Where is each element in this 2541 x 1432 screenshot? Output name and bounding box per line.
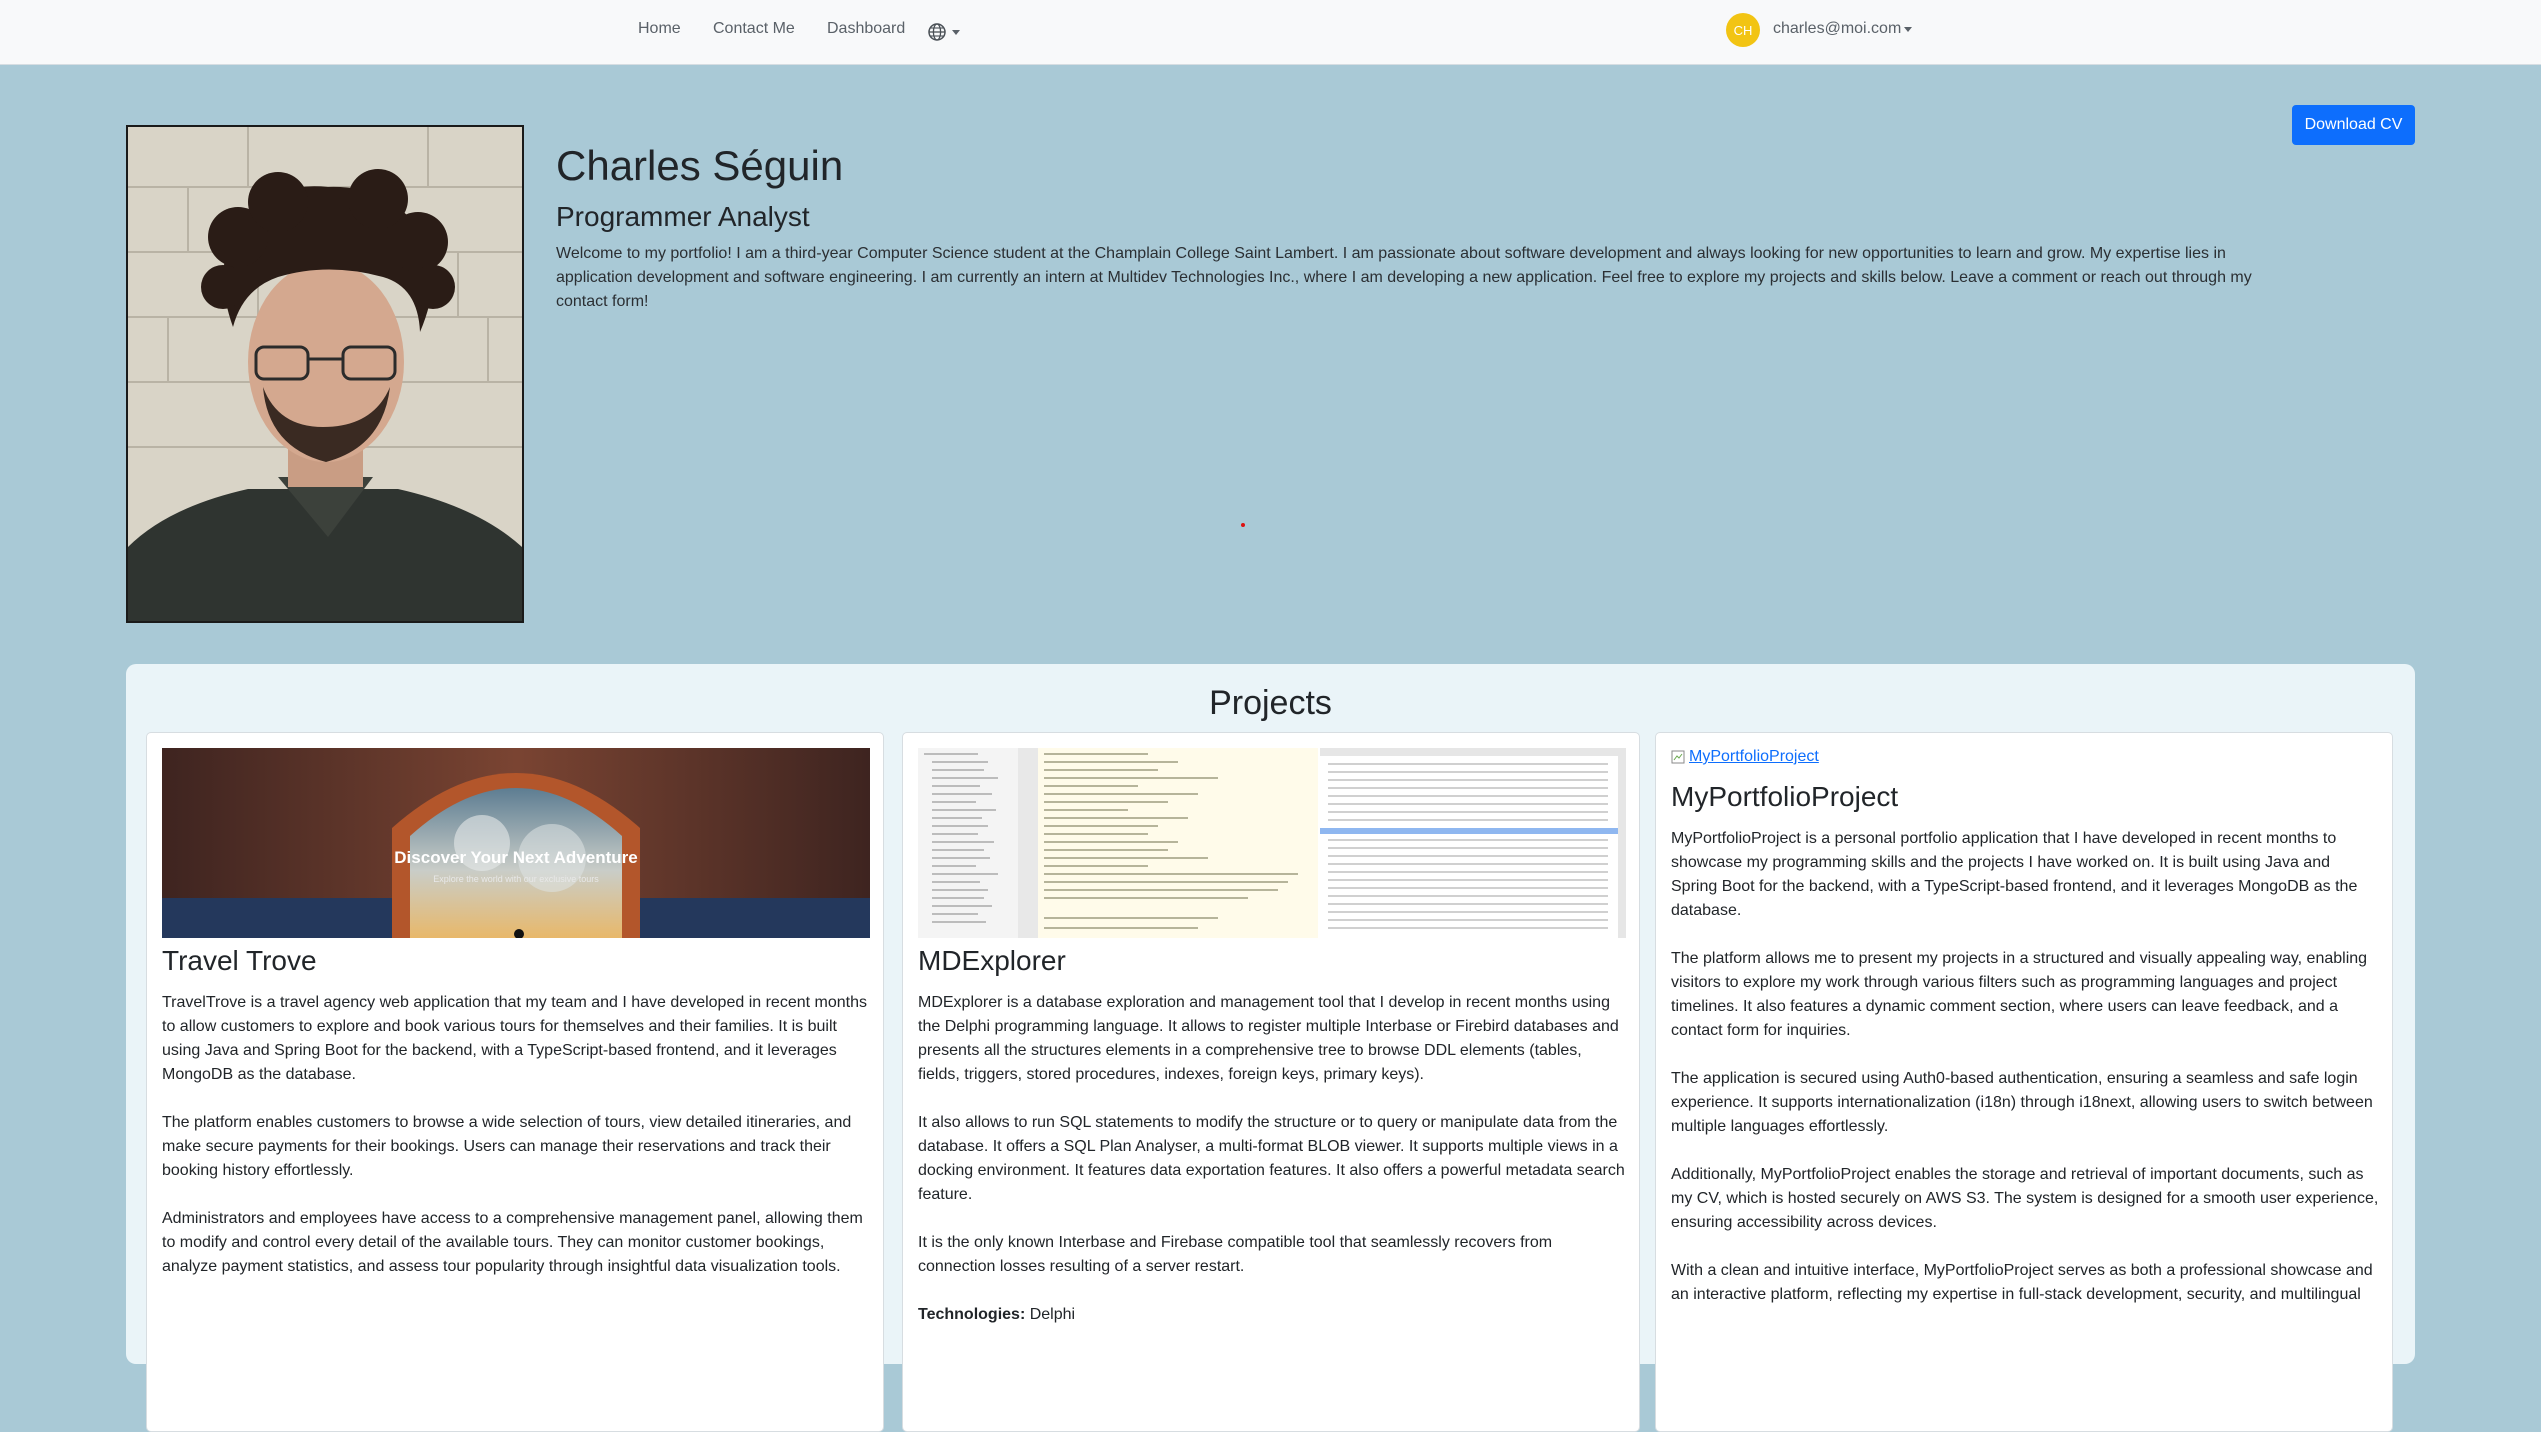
language-dropdown[interactable] (927, 20, 960, 44)
description-paragraph: It is the only known Interbase and Fireb… (918, 1234, 1553, 1275)
description-paragraph: Administrators and employees have access… (162, 1210, 863, 1275)
project-title: MDExplorer (918, 945, 1066, 976)
description-paragraph: TravelTrove is a travel agency web appli… (162, 994, 867, 1083)
nav-home-link[interactable]: Home (638, 20, 681, 38)
avatar[interactable]: CH (1726, 13, 1760, 47)
profile-name: Charles Séguin (556, 142, 844, 189)
project-card-travel-trove[interactable]: Discover Your Next Adventure Explore the… (146, 732, 884, 1432)
image-alt-text: MyPortfolioProject (1689, 748, 1819, 765)
project-image-mdexplorer (918, 748, 1626, 938)
project-image-travel-trove: Discover Your Next Adventure Explore the… (162, 748, 870, 938)
user-email: charles@moi.com (1773, 20, 1902, 37)
description-paragraph: MyPortfolioProject is a personal portfol… (1671, 830, 2358, 919)
user-menu-dropdown[interactable]: charles@moi.com (1773, 20, 1913, 38)
hero-title: Discover Your Next Adventure (394, 848, 638, 867)
download-cv-button[interactable]: Download CV (2292, 105, 2415, 145)
technologies-label: Technologies: (918, 1306, 1026, 1323)
projects-section: Projects Discover Your Next Adventure Ex… (126, 664, 2415, 1432)
navbar: Home Contact Me Dashboard CH charles@moi… (0, 0, 2541, 65)
project-image-link[interactable]: MyPortfolioProject (1671, 748, 1819, 766)
project-title: Travel Trove (162, 945, 317, 976)
decorative-dot (1241, 523, 1245, 527)
description-paragraph: The application is secured using Auth0-b… (1671, 1070, 2373, 1135)
description-paragraph: The platform allows me to present my pro… (1671, 950, 2368, 1039)
technologies-line: Technologies: Delphi (918, 1303, 1626, 1327)
description-paragraph: With a clean and intuitive interface, My… (1671, 1262, 2373, 1303)
project-card-myportfolioproject[interactable]: MyPortfolioProject MyPortfolioProject My… (1655, 732, 2393, 1432)
chevron-down-icon (952, 29, 960, 35)
broken-image-icon (1671, 750, 1685, 764)
profile-role: Programmer Analyst (556, 201, 810, 232)
description-paragraph: Additionally, MyPortfolioProject enables… (1671, 1166, 2379, 1231)
project-description: TravelTrove is a travel agency web appli… (162, 991, 870, 1303)
nav-dashboard-link[interactable]: Dashboard (827, 20, 905, 38)
description-paragraph: It also allows to run SQL statements to … (918, 1114, 1625, 1203)
projects-title: Projects (1209, 684, 1332, 722)
description-paragraph: The platform enables customers to browse… (162, 1114, 852, 1179)
nav-contact-link[interactable]: Contact Me (713, 20, 795, 38)
project-description: MDExplorer is a database exploration and… (918, 991, 1626, 1351)
project-title: MyPortfolioProject (1671, 781, 1899, 812)
project-card-mdexplorer[interactable]: MDExplorer MDExplorer is a database expl… (902, 732, 1640, 1432)
project-description: MyPortfolioProject is a personal portfol… (1671, 827, 2379, 1331)
technologies-value: Delphi (1025, 1306, 1076, 1323)
profile-photo (126, 125, 524, 623)
profile-bio: Welcome to my portfolio! I am a third-ye… (556, 245, 2252, 310)
hero-subtitle: Explore the world with our exclusive tou… (433, 874, 599, 884)
globe-icon (928, 23, 946, 41)
description-paragraph: MDExplorer is a database exploration and… (918, 994, 1619, 1083)
chevron-down-icon (1904, 26, 1913, 32)
